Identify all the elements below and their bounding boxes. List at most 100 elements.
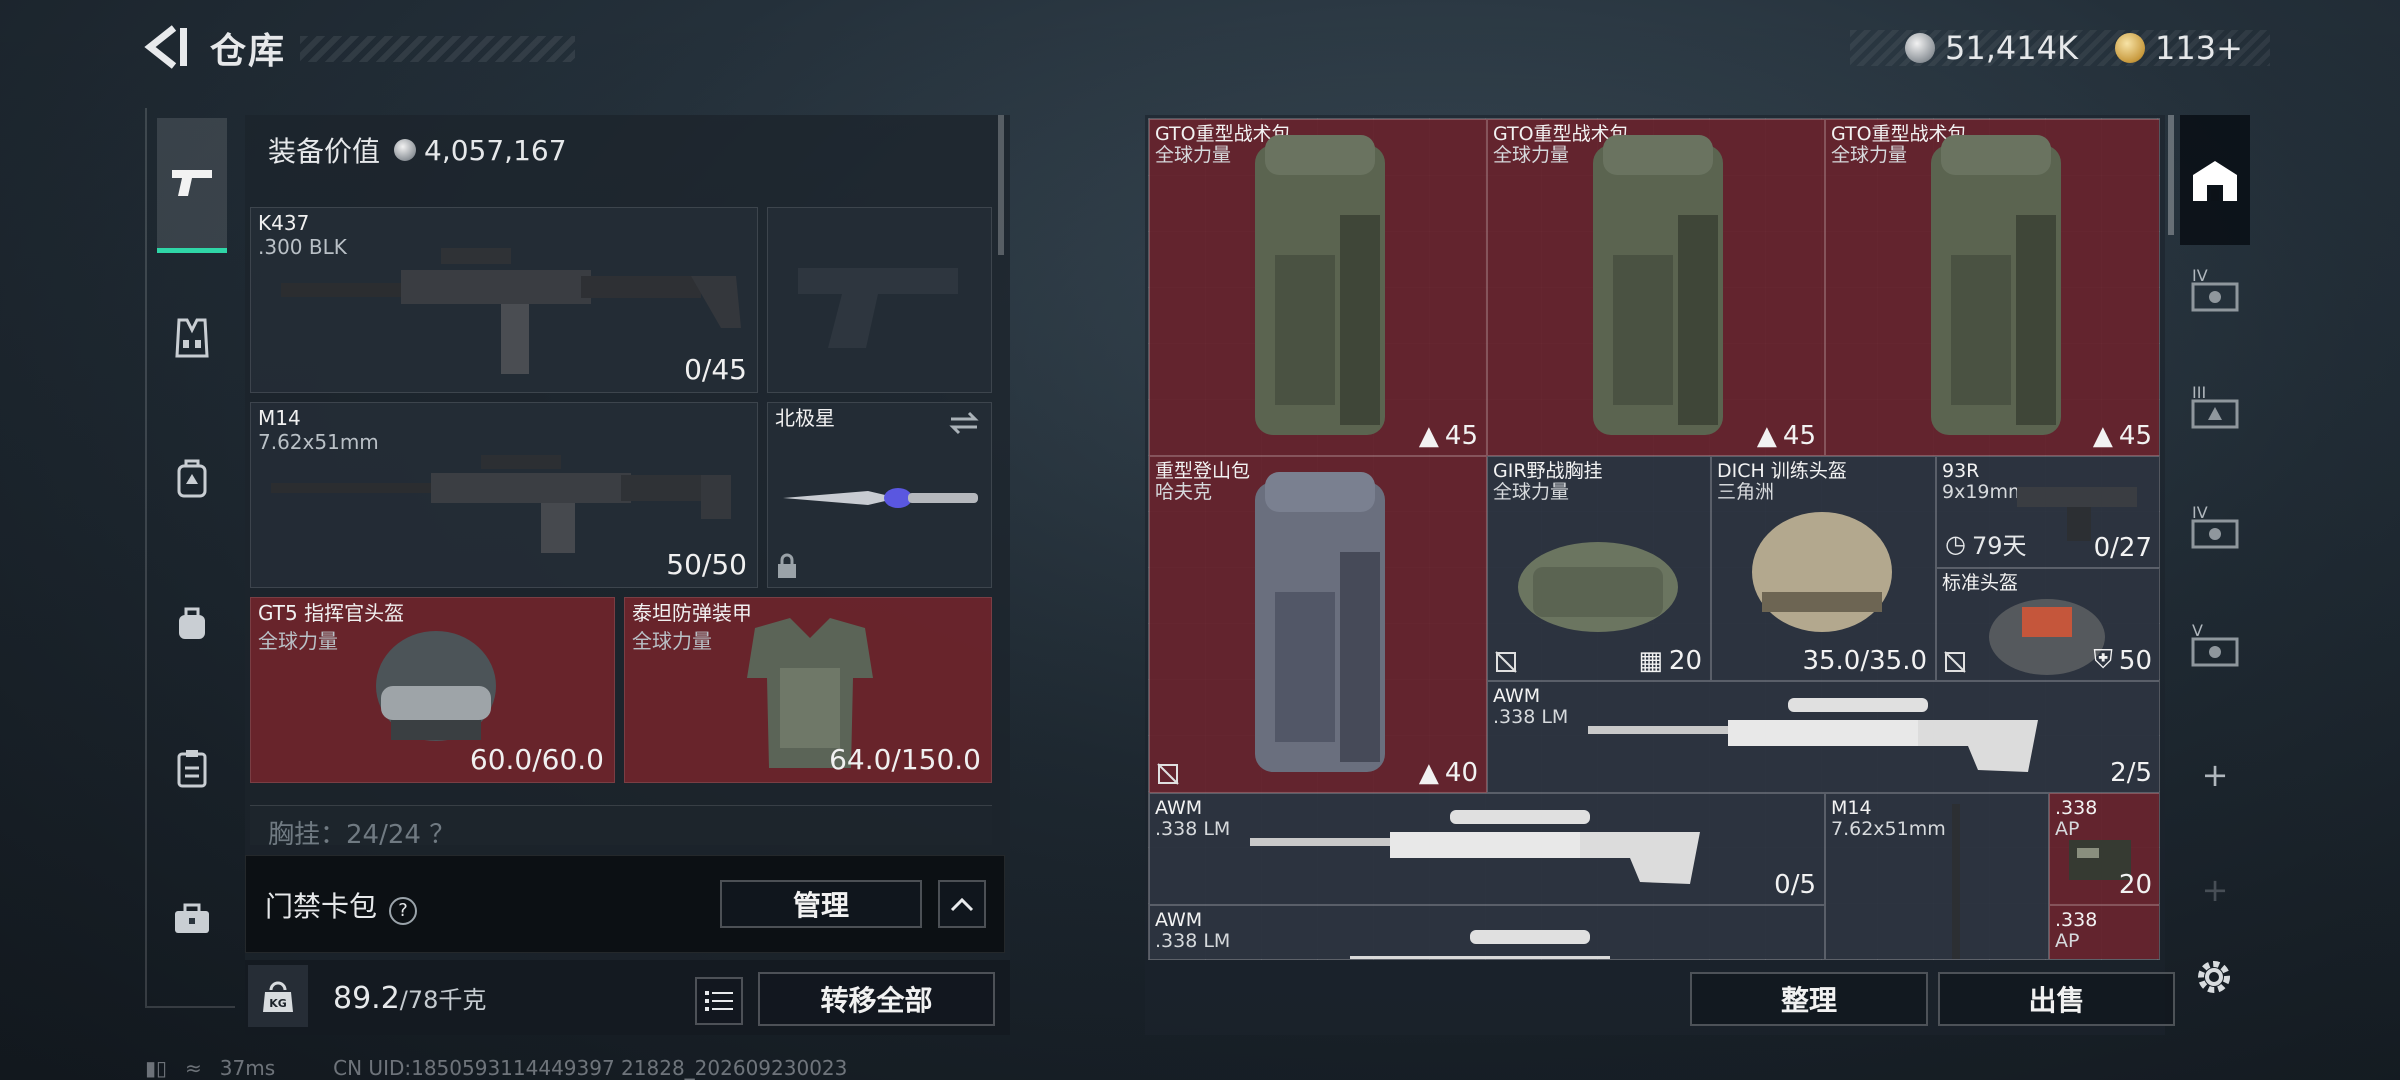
- container-tab-level: IV: [2192, 266, 2208, 285]
- item-capacity: ▲ 45: [2092, 421, 2152, 451]
- collapse-button[interactable]: [938, 880, 986, 928]
- container-tab-1[interactable]: IV: [2180, 260, 2250, 330]
- gold-amount: 113+: [2155, 29, 2243, 67]
- item-capacity: ▲ 45: [1418, 421, 1478, 451]
- gold-currency[interactable]: 113+: [2115, 28, 2243, 68]
- sort-button[interactable]: 整理: [1690, 972, 1928, 1026]
- ammo-count: 50/50: [666, 548, 747, 581]
- secondary-weapon-slot[interactable]: M14 7.62x51mm 50/50: [250, 402, 758, 588]
- stash-item[interactable]: AWM .338 LM 2/5: [1487, 681, 2159, 793]
- vest-icon: [175, 318, 209, 358]
- item-faction: 全球力量: [1831, 144, 1908, 166]
- settings-button[interactable]: [2192, 955, 2236, 1003]
- silver-coin-icon: [1905, 33, 1935, 63]
- gear-icon: [2198, 961, 2230, 993]
- item-name: 93R: [1942, 460, 1980, 482]
- stash-item[interactable]: AWM .338 LM: [1149, 905, 1825, 959]
- stash-item[interactable]: 93R 9x19mm ◷ 79天 0/27: [1936, 456, 2159, 568]
- stash-item[interactable]: M14 7.62x51mm: [1825, 793, 2049, 959]
- container-tab-4[interactable]: V: [2180, 615, 2250, 685]
- uid: CN UID:1850593114449397 21828_2026092300…: [333, 1056, 848, 1080]
- primary-weapon-slot[interactable]: K437 .300 BLK 0/45: [250, 207, 758, 393]
- durability: 64.0/150.0: [829, 743, 981, 776]
- item-name: 重型登山包: [1155, 460, 1251, 482]
- container-tab-level: V: [2192, 621, 2203, 640]
- silver-currency: 51,414K: [1905, 28, 2078, 68]
- bag-icon: [179, 607, 205, 639]
- battery-icon: ▮▯: [145, 1056, 168, 1080]
- ammo-count: 0/5: [1774, 870, 1816, 900]
- add-container-button[interactable]: +: [2180, 740, 2250, 810]
- melee-slot[interactable]: 北极星: [767, 402, 992, 588]
- stash-item[interactable]: .338 AP: [2049, 905, 2159, 959]
- weight-capacity: /78千克: [399, 986, 487, 1014]
- no-insure-icon: [1157, 763, 1179, 785]
- chest-rig-row[interactable]: 胸挂：24/24 ？: [250, 805, 992, 845]
- rail-weapons-tab[interactable]: [157, 118, 227, 253]
- sell-button[interactable]: 出售: [1938, 972, 2175, 1026]
- back-button[interactable]: [140, 22, 190, 72]
- armor-slot[interactable]: 泰坦防弹装甲 全球力量 64.0/150.0: [624, 597, 992, 783]
- durability: ⛨ 50: [2093, 645, 2152, 676]
- rail-vest-tab[interactable]: [157, 303, 227, 373]
- stash-scrollbar[interactable]: [2168, 115, 2174, 235]
- item-faction: 三角洲: [1717, 481, 1775, 503]
- add-container-button-disabled: +: [2180, 855, 2250, 925]
- rail-backpack-tab[interactable]: [157, 443, 227, 513]
- title-decoration: [300, 36, 575, 62]
- swap-icon[interactable]: [947, 411, 981, 435]
- stash-item[interactable]: DICH 训练头盔 三角洲 35.0/35.0: [1711, 456, 1936, 681]
- item-name: M14: [1831, 797, 1872, 819]
- stash-item[interactable]: AWM .338 LM 0/5: [1149, 793, 1825, 905]
- container-tab-3[interactable]: IV: [2180, 497, 2250, 567]
- stash-item[interactable]: 重型登山包 哈夫克 ▲ 40: [1149, 456, 1487, 793]
- gold-coin-icon: [2115, 33, 2145, 63]
- backpack-image: [1255, 135, 1385, 435]
- svg-text:KG: KG: [269, 997, 287, 1010]
- rental-timer: ◷ 79天: [1945, 529, 2027, 561]
- chest-rig-image: [1518, 542, 1678, 632]
- silver-amount: 51,414K: [1945, 29, 2078, 67]
- backpack-icon: [177, 459, 207, 498]
- clock-icon: ◷: [1945, 529, 1966, 558]
- stash-home-tab[interactable]: [2180, 115, 2250, 245]
- stash-item[interactable]: GIR野战胸挂 全球力量 ▦ 20: [1487, 456, 1711, 681]
- chevron-up-icon: [950, 897, 974, 912]
- stash-item[interactable]: GTO重型战术包 全球力量 ▲ 45: [1825, 119, 2159, 456]
- helmet-slot[interactable]: GT5 指挥官头盔 全球力量 60.0/60.0: [250, 597, 615, 783]
- stash-item[interactable]: .338 AP 20: [2049, 793, 2159, 905]
- equipment-value-label: 装备价值: [268, 135, 381, 168]
- rail-toolbox-tab[interactable]: [157, 883, 227, 953]
- sniper-rifle-image: [1350, 930, 1610, 959]
- rail-case-tab[interactable]: [157, 733, 227, 803]
- sidearm-slot-empty[interactable]: [767, 207, 992, 393]
- slot-name: 北极星: [775, 406, 835, 430]
- list-view-button[interactable]: [695, 977, 743, 1025]
- manage-button[interactable]: 管理: [720, 880, 922, 928]
- durability: 35.0/35.0: [1802, 646, 1927, 676]
- container-tab-2[interactable]: III: [2180, 377, 2250, 447]
- rifle-image: [281, 248, 741, 374]
- pistol-silhouette-icon: [798, 268, 958, 348]
- transfer-all-button[interactable]: 转移全部: [758, 972, 995, 1026]
- item-capacity: ▲ 40: [1418, 758, 1478, 788]
- container-tab-level: IV: [2192, 503, 2208, 522]
- rifle-image: [271, 455, 731, 553]
- vest-small-icon: ▦: [1638, 646, 1663, 676]
- backpack-image: [1593, 135, 1723, 435]
- item-faction: 全球力量: [1493, 144, 1570, 166]
- weight-readout: 89.2/78千克: [333, 980, 486, 1016]
- loadout-scrollbar[interactable]: [998, 115, 1004, 255]
- wifi-icon: ≈: [185, 1056, 202, 1080]
- stash-item[interactable]: GTO重型战术包 全球力量 ▲ 45: [1149, 119, 1487, 456]
- item-name: DICH 训练头盔: [1717, 460, 1847, 482]
- stash-item[interactable]: 标准头盔 ⛨ 50: [1936, 568, 2159, 681]
- ammo-count: 0/27: [2093, 533, 2152, 563]
- stash-item[interactable]: GTO重型战术包 全球力量 ▲ 45: [1487, 119, 1825, 456]
- item-name: .338: [2055, 909, 2098, 931]
- rail-bag-tab[interactable]: [157, 588, 227, 658]
- slot-faction: 全球力量: [632, 629, 712, 653]
- help-icon[interactable]: ?: [389, 896, 418, 925]
- item-caliber: .338 LM: [1493, 706, 1569, 728]
- backpack-small-icon: ▲: [1418, 421, 1439, 451]
